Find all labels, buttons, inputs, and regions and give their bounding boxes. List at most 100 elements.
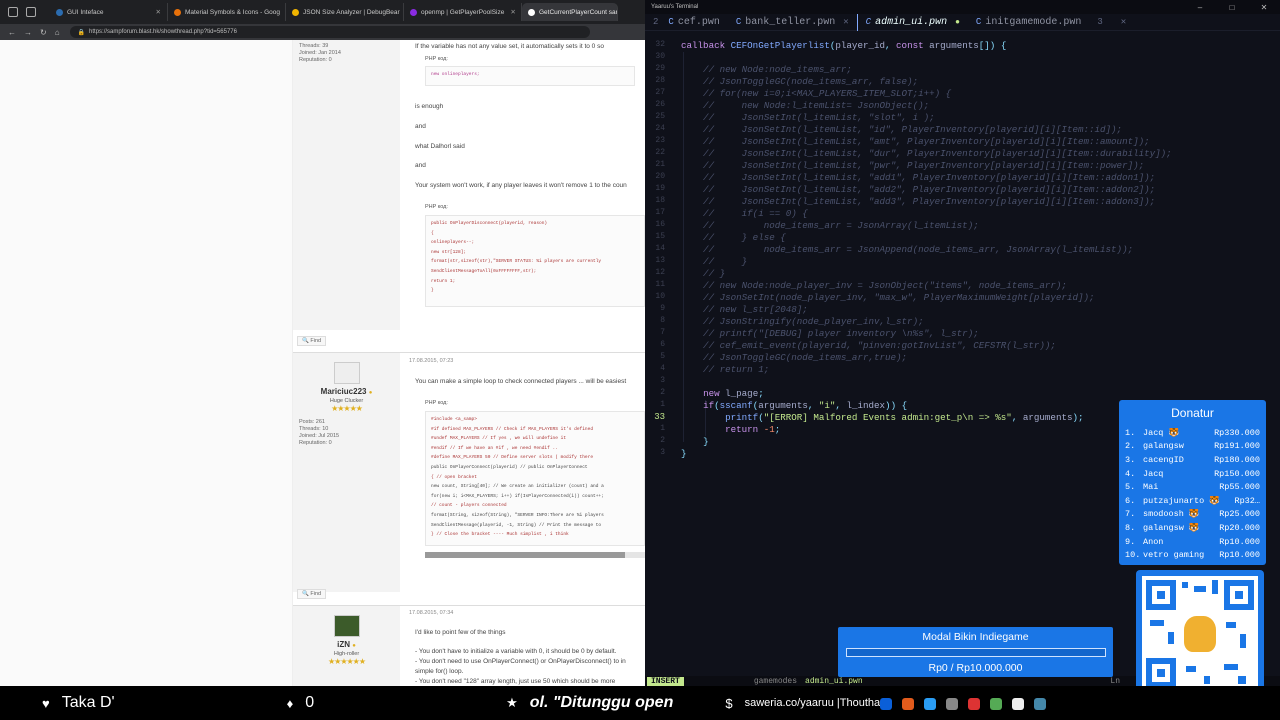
workspaces-icon[interactable]	[26, 7, 36, 17]
ticker-item: $ saweria.co/yaaruu |Thouthan	[713, 696, 886, 711]
donatur-row: 1. Jacq 🐯 Rp330.000	[1119, 426, 1266, 440]
post-text: I'd like to point few of the things	[415, 629, 506, 636]
donatur-row: 2. galangsw Rp191.000	[1119, 440, 1266, 454]
find-label: Find	[310, 338, 322, 344]
code-line: #undef MAX_PLAYERS // If yes , we will u…	[431, 436, 567, 442]
tab-number: 3	[1097, 17, 1103, 27]
donatur-row: 5. Mai Rp55.000	[1119, 480, 1266, 494]
close-tab-icon[interactable]: ✕	[843, 17, 848, 27]
c-file-icon: C	[975, 17, 982, 27]
home-icon[interactable]: ⌂	[55, 28, 60, 37]
code-scrollbar[interactable]	[425, 552, 645, 558]
line-number: 24	[655, 124, 665, 133]
screen: GUI Inteface ✕ Material Symbols & Icons - …	[0, 0, 1280, 720]
app-icon[interactable]	[968, 698, 980, 710]
code-line: // } else {	[681, 232, 786, 243]
stream-ticker: ♥ Taka D' ♦ 0 ★ ol. "Ditunggu open $ saweria.co…	[0, 686, 1280, 720]
tab-label: JSON Size Analyzer | DebugBear	[303, 8, 400, 16]
app-icon[interactable]	[990, 698, 1002, 710]
app-icon[interactable]	[880, 698, 892, 710]
qr-module	[1186, 666, 1196, 672]
line-number: 11	[655, 280, 665, 289]
code-line: // JsonSetInt(l_itemList, "add1", Player…	[681, 172, 1156, 183]
editor-tab[interactable]: 2 Ccef.pwn	[645, 14, 728, 31]
minimize-icon[interactable]: –	[1184, 3, 1216, 12]
code-line: public OnPlayerDisconnect(playerid, reas…	[431, 221, 548, 226]
line-number: 21	[655, 160, 665, 169]
close-tab-icon[interactable]: ✕	[504, 8, 515, 16]
tab-label: GUI Inteface	[67, 8, 104, 16]
tab-favicon-icon	[292, 8, 299, 16]
code-line: // node_items_arr = JsonAppend(node_item…	[681, 244, 1134, 255]
app-icon[interactable]	[924, 698, 936, 710]
app-icon[interactable]	[1034, 698, 1046, 710]
find-button[interactable]: 🔍 Find	[297, 589, 327, 599]
tab-label: GetCurrentPlayerCount samp	[539, 8, 618, 16]
browser-tab[interactable]: Material Symbols & Icons - Goog✕	[168, 3, 286, 21]
donatur-amount: Rp180.000	[1214, 454, 1260, 465]
qr-module	[1194, 586, 1206, 592]
code-line: // JsonSetInt(l_itemList, "add3", Player…	[681, 196, 1156, 207]
post-text: Your system won't work, if any player le…	[415, 182, 627, 189]
user-stat: Threads: 10	[299, 426, 329, 432]
ticker-item: ♦ 0	[275, 694, 315, 712]
app-icon[interactable]	[902, 698, 914, 710]
donatur-amount: Rp191.000	[1214, 441, 1260, 452]
editor-tab[interactable]: Cinitgamemode.pwn	[968, 14, 1089, 31]
url-input[interactable]: 🔒 https://sampforum.blast.hk/showthread.…	[69, 26, 590, 38]
status-path: gamemodes	[753, 676, 798, 686]
search-icon: 🔍	[302, 591, 309, 597]
code-line: // new l_str[2048];	[681, 304, 808, 315]
line-number: 28	[655, 76, 665, 85]
tab-label: admin_ui.pwn	[875, 16, 948, 28]
maximize-icon[interactable]: □	[1216, 3, 1248, 12]
post-text: is enough	[415, 103, 444, 110]
close-tab-icon[interactable]: ✕	[1121, 17, 1126, 27]
app-icon[interactable]	[946, 698, 958, 710]
browser-tab[interactable]: openmp | GetPlayerPoolSize ✕	[404, 3, 522, 21]
line-number: 22	[655, 148, 665, 157]
terminal-titlebar: Yaaruu's Terminal – □ ✕	[645, 0, 1280, 14]
code-line: // new Node:l_itemList= JsonObject();	[681, 100, 930, 111]
code-line: // JsonSetInt(l_itemList, "id", PlayerIn…	[681, 124, 1123, 135]
app-icon[interactable]	[1012, 698, 1024, 710]
qr-module	[1150, 620, 1164, 626]
qr-code-image	[1142, 576, 1258, 692]
line-number: 20	[655, 172, 665, 181]
window-menu-icon[interactable]	[8, 7, 18, 17]
post-user-panel: Mariciuc223 ● Huge Clucker ★★★★★ Posts: …	[293, 353, 400, 592]
reload-icon[interactable]: ↻	[40, 28, 47, 37]
donatur-name: cacengID	[1143, 454, 1184, 465]
editor-tab[interactable]: Cadmin_ui.pwn ●	[856, 13, 968, 31]
php-label: PHP код:	[425, 56, 448, 62]
editor-tab[interactable]: 3 ✕	[1089, 14, 1134, 31]
online-icon: ●	[368, 390, 373, 396]
code-line: // new Node:node_player_inv = JsonObject…	[681, 280, 1067, 291]
avatar[interactable]	[333, 362, 360, 384]
donatur-name: vetro gaming	[1143, 550, 1205, 561]
avatar[interactable]	[333, 615, 360, 637]
editor-tab[interactable]: Cbank_teller.pwn ✕	[728, 14, 857, 31]
forward-arrow-icon[interactable]: →	[24, 28, 32, 37]
line-number: 8	[660, 316, 665, 325]
close-icon[interactable]: ✕	[1248, 3, 1280, 12]
code-line: }	[703, 436, 709, 447]
browser-window: GUI Inteface ✕ Material Symbols & Icons - …	[0, 0, 645, 686]
username[interactable]: Mariciuc223 ●	[299, 387, 394, 396]
browser-tab[interactable]: GUI Inteface ✕	[50, 3, 168, 21]
donatur-rank: 8.	[1125, 522, 1136, 533]
browser-tab[interactable]: GetCurrentPlayerCount samp✕	[522, 3, 618, 21]
close-tab-icon[interactable]: ✕	[150, 8, 161, 16]
browser-tab[interactable]: JSON Size Analyzer | DebugBear✕	[286, 3, 404, 21]
tab-favicon-icon	[56, 8, 63, 16]
back-arrow-icon[interactable]: ←	[8, 28, 16, 37]
code-line: public OnPlayerConnect(playerid) // publ…	[431, 464, 588, 470]
code-line: format(String, sizeof(String), "SERVER I…	[431, 512, 604, 518]
find-button[interactable]: 🔍 Find	[297, 336, 327, 346]
tab-label: openmp | GetPlayerPoolSize	[421, 8, 505, 16]
qr-module	[1212, 580, 1218, 594]
username[interactable]: iZN ●	[299, 640, 394, 649]
taskbar-tray	[880, 698, 1056, 710]
line-number: 3	[660, 376, 665, 385]
post-user-panel: iZN ● High-roller ★★★★★★	[293, 606, 400, 686]
